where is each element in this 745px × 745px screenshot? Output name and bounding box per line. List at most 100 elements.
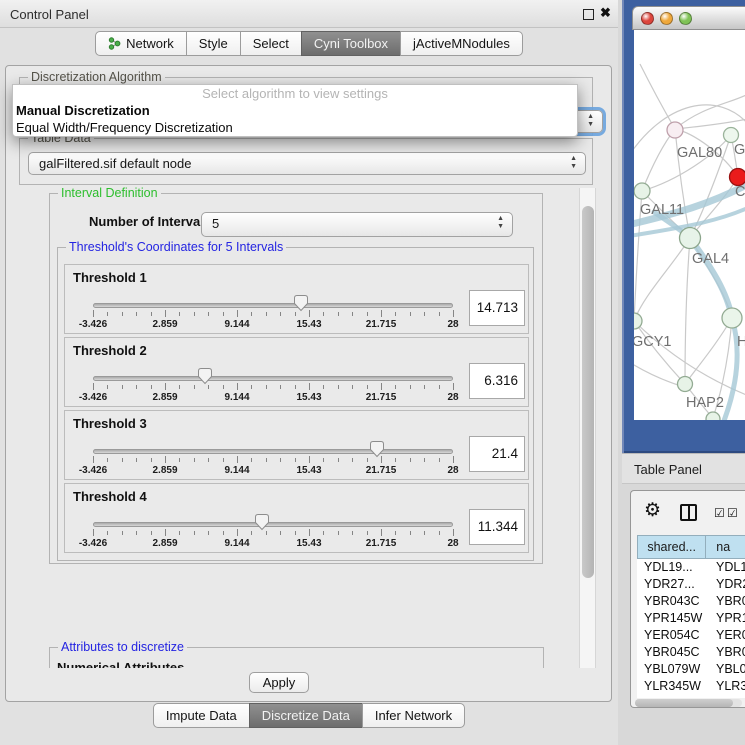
slider-tick [266, 458, 267, 462]
table-data-combobox[interactable]: galFiltered.sif default node ▲▼ [28, 152, 586, 175]
table-row[interactable]: YLR345WYLR3 [637, 678, 745, 695]
checkbox-icon[interactable]: ☑ [727, 506, 738, 520]
selected-red-node[interactable] [730, 169, 745, 186]
slider-tick [309, 456, 310, 463]
gear-icon[interactable]: ⚙ [644, 499, 661, 522]
slider-tick [338, 312, 339, 316]
slider-tick [424, 458, 425, 462]
threshold-slider-track[interactable] [93, 522, 453, 527]
table-row[interactable]: YDR27...YDR2 [637, 576, 745, 593]
column-header-na[interactable]: na [706, 535, 745, 559]
tab-label: Select [253, 32, 289, 55]
slider-tick [439, 531, 440, 535]
split-columns-icon[interactable] [680, 504, 697, 521]
top-right-node[interactable] [724, 128, 739, 143]
table-row[interactable]: YBR045CYBR0 [637, 644, 745, 661]
slider-tick [93, 529, 94, 536]
slider-tick [237, 456, 238, 463]
tab-network[interactable]: Network [95, 31, 187, 56]
network-edge [640, 64, 675, 129]
h-node[interactable] [722, 308, 742, 328]
slider-thumb[interactable] [369, 440, 385, 458]
algorithm-option-equal-width-frequency-discretization[interactable]: Equal Width/Frequency Discretization [13, 119, 577, 136]
table-row[interactable]: YDL19...YDL1 [637, 559, 745, 576]
zoom-traffic-light[interactable] [679, 12, 692, 25]
float-window-icon[interactable] [583, 9, 594, 20]
panel-scrollbar-thumb[interactable] [582, 206, 594, 578]
column-header-shared-[interactable]: shared... [637, 535, 706, 559]
node-label: GA [734, 142, 745, 158]
slider-tick [223, 385, 224, 389]
gal4-node[interactable] [680, 228, 701, 249]
tab-select[interactable]: Select [240, 31, 302, 56]
network-icon [108, 37, 121, 50]
threshold-slider-track[interactable] [93, 303, 453, 308]
table-row[interactable]: YBL079WYBL0 [637, 661, 745, 678]
number-of-intervals-value: 5 [212, 216, 219, 231]
hap2-node[interactable] [678, 377, 693, 392]
network-canvas[interactable]: GAL80GACYGAL11GAL4GCY1HAHAP2 [634, 30, 745, 420]
slider-thumb[interactable] [197, 367, 213, 385]
slider-tick [367, 312, 368, 316]
slider-thumb[interactable] [254, 513, 270, 531]
bottom-node[interactable] [706, 412, 720, 420]
slider-tick [266, 531, 267, 535]
table-row[interactable]: YBR043CYBR0 [637, 593, 745, 610]
bottom-tab-discretize-data[interactable]: Discretize Data [249, 703, 363, 728]
slider-tick [165, 456, 166, 463]
threshold-label: Threshold 1 [73, 270, 147, 285]
number-of-intervals-spinner[interactable]: 5 ▲▼ [201, 212, 513, 237]
close-traffic-light[interactable] [641, 12, 654, 25]
slider-tick [367, 531, 368, 535]
threshold-slider-track[interactable] [93, 449, 453, 454]
table-panel-title: Table Panel [634, 462, 702, 477]
slider-tick [136, 458, 137, 462]
tab-cyni-toolbox[interactable]: Cyni Toolbox [301, 31, 401, 56]
tab-jactivemnodules[interactable]: jActiveMNodules [400, 31, 523, 56]
gal80-node[interactable] [667, 122, 683, 138]
bottom-tab-label: Infer Network [375, 704, 452, 727]
slider-tick [122, 385, 123, 389]
slider-tick [151, 458, 152, 462]
table-row[interactable]: YPR145WYPR1 [637, 610, 745, 627]
minimize-traffic-light[interactable] [660, 12, 673, 25]
threshold-value-field[interactable]: 11.344 [469, 509, 525, 545]
table-cell: YER054C [637, 627, 707, 644]
spinner-arrows-icon: ▲▼ [497, 215, 504, 231]
threshold-value-field[interactable]: 6.316 [469, 363, 525, 399]
slider-tick [424, 531, 425, 535]
checkbox-icon[interactable]: ☑ [714, 506, 725, 520]
slider-tick [323, 458, 324, 462]
slider-tick [165, 529, 166, 536]
close-icon[interactable]: ✖ [600, 5, 611, 21]
bottom-tab-infer-network[interactable]: Infer Network [362, 703, 465, 728]
threshold-value-field[interactable]: 14.713 [469, 290, 525, 326]
panel-scrollbar-track[interactable] [579, 188, 596, 668]
slider-tick [367, 458, 368, 462]
slider-tick [395, 385, 396, 389]
gcy1-node[interactable] [634, 313, 642, 329]
tab-style[interactable]: Style [186, 31, 241, 56]
bottom-tab-impute-data[interactable]: Impute Data [153, 703, 250, 728]
slider-scale-label: 15.43 [279, 465, 339, 476]
table-cell: YBL0 [707, 661, 745, 678]
algorithm-option-manual-discretization[interactable]: Manual Discretization [13, 102, 577, 119]
slider-scale-label: 9.144 [207, 538, 267, 549]
apply-button[interactable]: Apply [249, 672, 309, 693]
gal11-node[interactable] [634, 183, 650, 199]
table-row[interactable]: YIL052CYIL0 [637, 695, 745, 698]
threshold-slider-track[interactable] [93, 376, 453, 381]
table-cell: YIL052C [637, 695, 707, 698]
slider-tick [194, 458, 195, 462]
slider-tick [410, 312, 411, 316]
table-hscrollbar-thumb[interactable] [635, 699, 733, 707]
slider-thumb[interactable] [293, 294, 309, 312]
slider-tick [266, 312, 267, 316]
slider-tick [309, 529, 310, 536]
table-cell: YBR0 [707, 593, 745, 610]
table-hscrollbar-track[interactable] [635, 699, 742, 707]
tab-label: Cyni Toolbox [314, 32, 388, 55]
threshold-value-field[interactable]: 21.4 [469, 436, 525, 472]
table-row[interactable]: YER054CYER0 [637, 627, 745, 644]
node-label: HAP2 [686, 395, 724, 411]
